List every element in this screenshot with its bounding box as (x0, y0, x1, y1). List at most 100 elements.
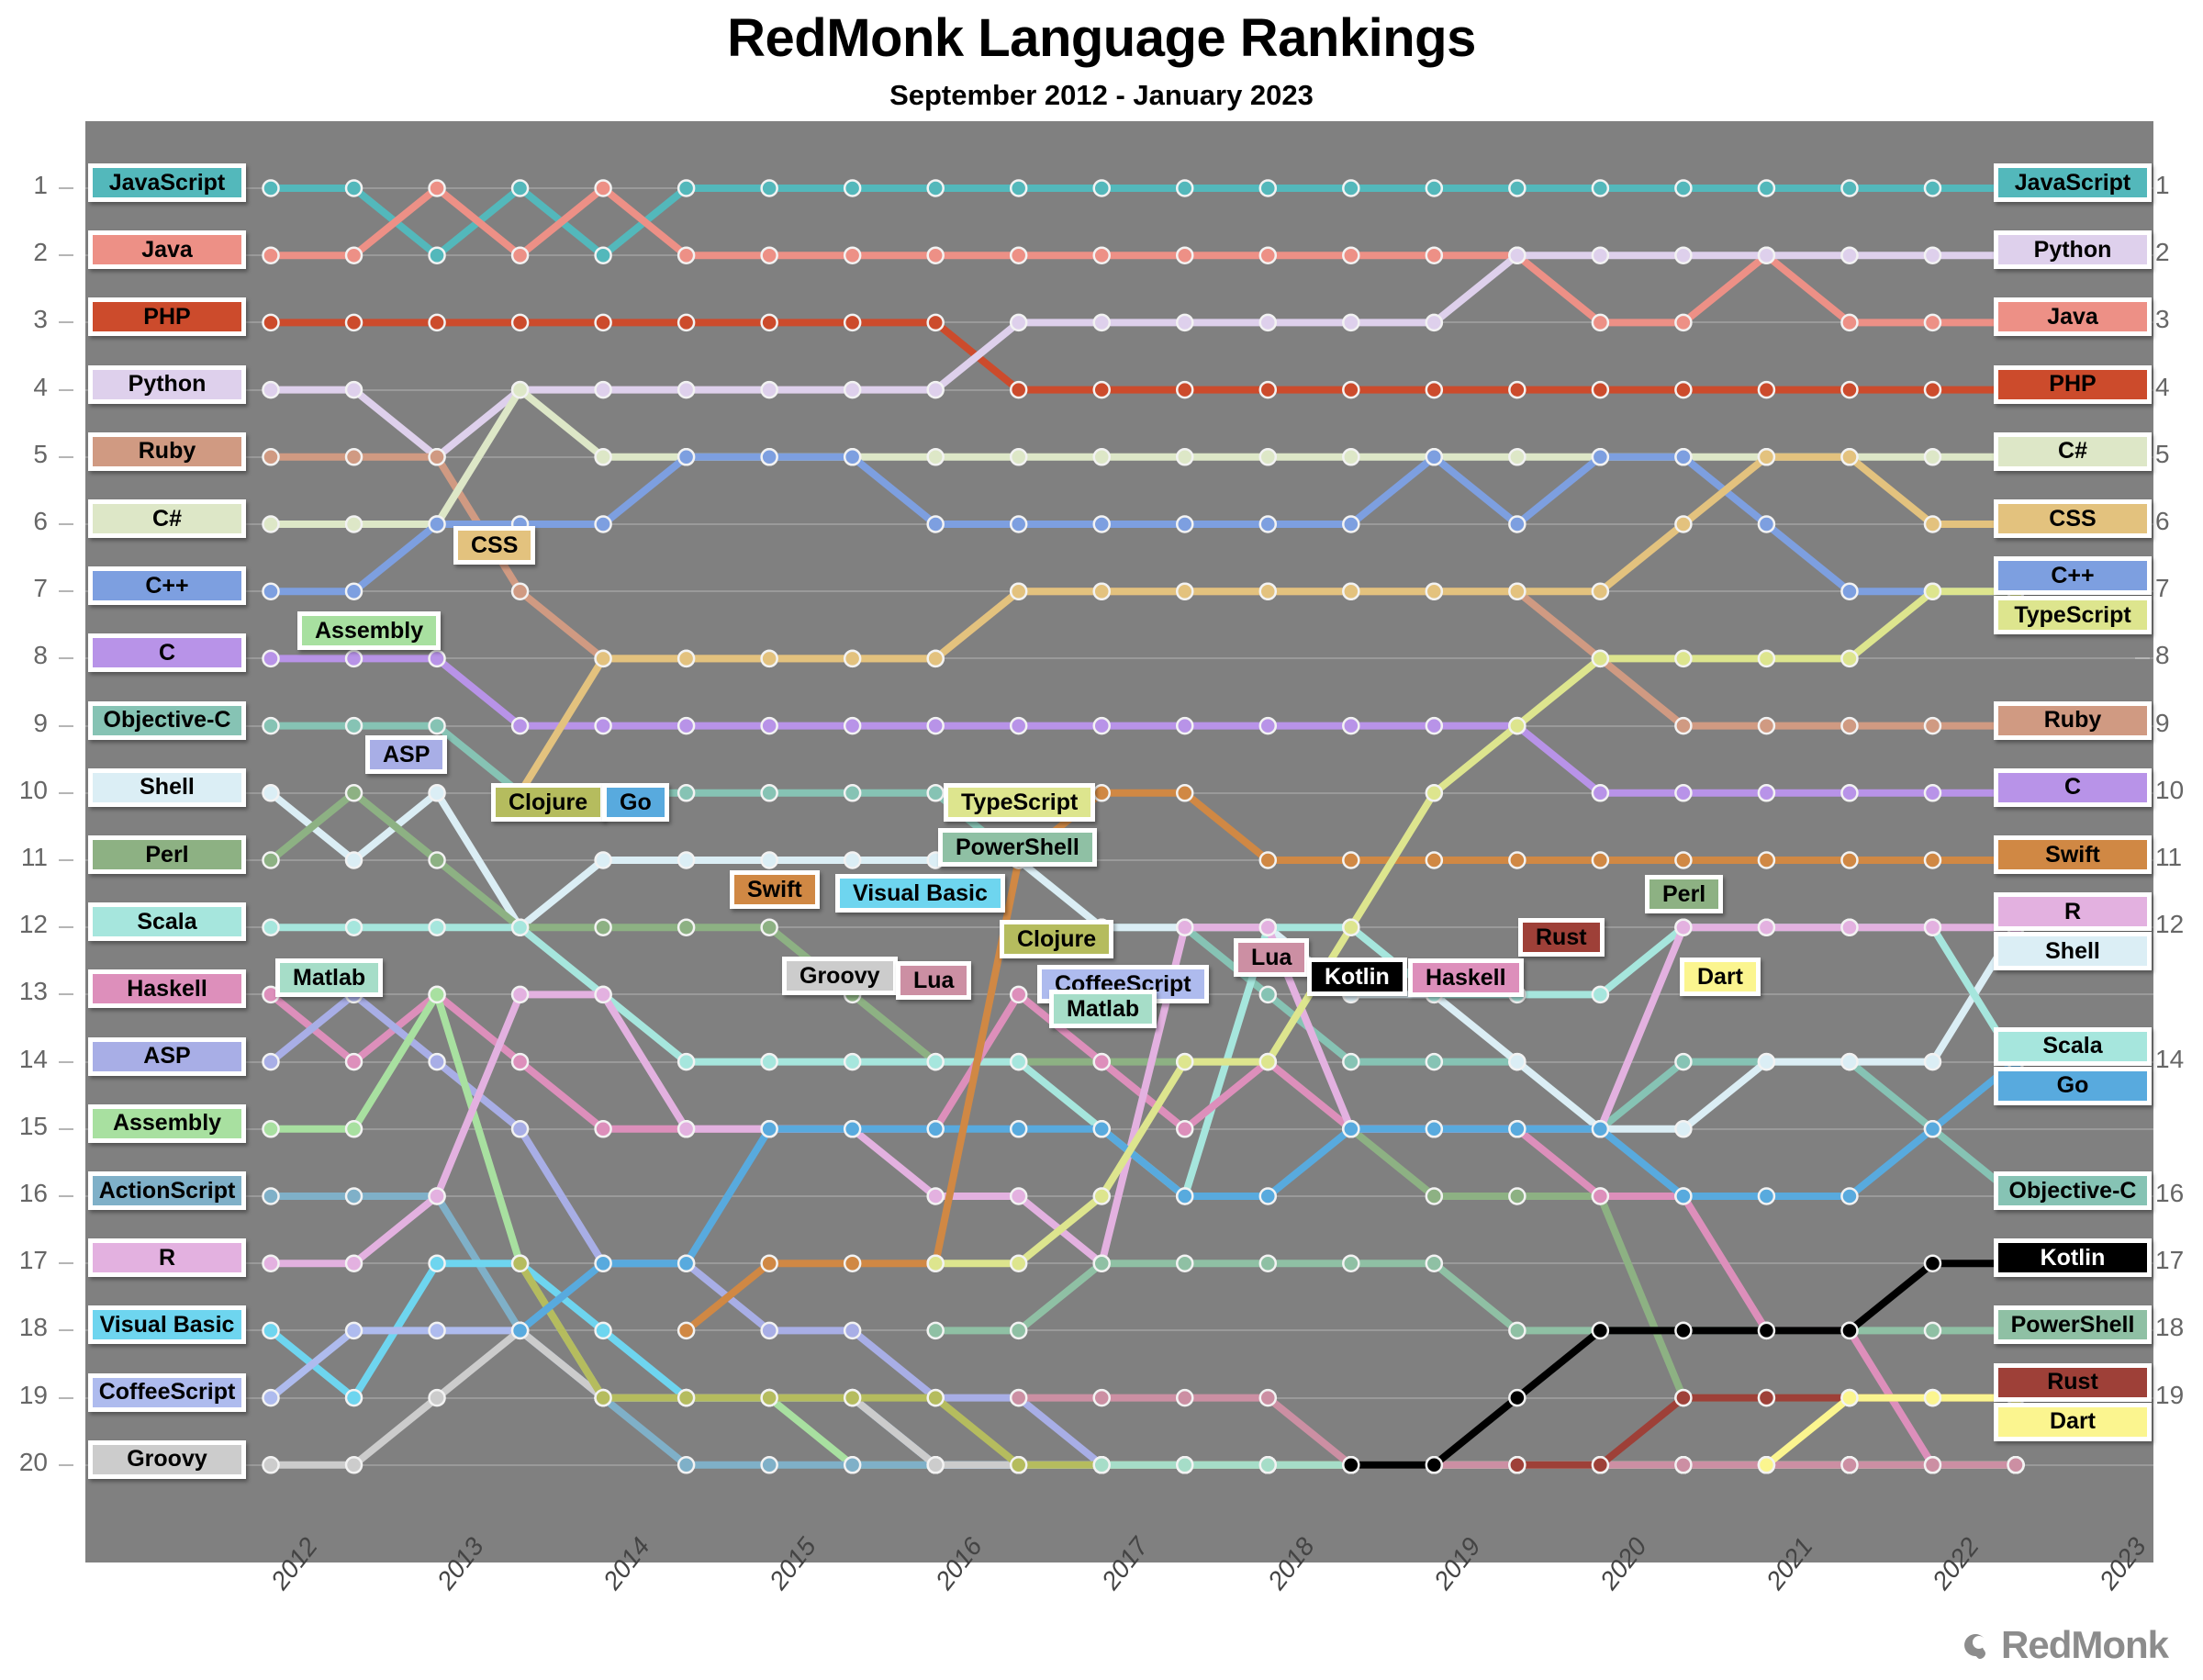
left-label-visual-basic[interactable]: Visual Basic (88, 1305, 246, 1345)
right-label-powershell[interactable]: PowerShell (1994, 1305, 2152, 1345)
y-tick-dash-left-19 (59, 1396, 73, 1399)
series-point-javascript (926, 179, 945, 197)
y-tick-dash-left-15 (59, 1127, 73, 1130)
left-label-c-[interactable]: C# (88, 499, 246, 538)
y-tick-left-7: 7 (33, 574, 48, 603)
series-point-scala (510, 918, 530, 936)
series-point-c- (1674, 448, 1693, 466)
right-label-go[interactable]: Go (1994, 1066, 2152, 1105)
series-point-actionscript (344, 1187, 363, 1205)
right-label-objective-c[interactable]: Objective-C (1994, 1171, 2152, 1210)
right-label-kotlin[interactable]: Kotlin (1994, 1238, 2152, 1278)
right-label-javascript[interactable]: JavaScript (1994, 163, 2152, 202)
annotation-label-dart-15[interactable]: Dart (1680, 958, 1761, 996)
annotation-label-matlab-16[interactable]: Matlab (275, 958, 384, 997)
y-tick-left-19: 19 (18, 1380, 48, 1409)
series-point-ruby (262, 448, 280, 466)
series-point-c (677, 716, 696, 735)
left-label-php[interactable]: PHP (88, 297, 246, 337)
left-label-scala[interactable]: Scala (88, 902, 246, 942)
series-point-php (1840, 380, 1859, 399)
left-label-r[interactable]: R (88, 1238, 246, 1278)
right-label-dart[interactable]: Dart (1994, 1402, 2152, 1441)
series-point-shell (1840, 1052, 1859, 1071)
annotation-label-powershell-6[interactable]: PowerShell (938, 828, 1097, 867)
right-label-ruby[interactable]: Ruby (1994, 700, 2152, 740)
y-tick-right-19: 19 (2155, 1380, 2185, 1409)
annotation-label-assembly-1[interactable]: Assembly (297, 611, 442, 650)
annotation-label-go-4[interactable]: Go (602, 783, 669, 822)
right-label-shell[interactable]: Shell (1994, 932, 2152, 971)
series-point-c (1757, 784, 1776, 802)
annotation-label-lua-12[interactable]: Lua (1234, 938, 1310, 977)
series-point-css (1092, 582, 1111, 600)
right-label-php[interactable]: PHP (1994, 364, 2152, 404)
series-point-c (262, 649, 280, 668)
series-point-powershell (1342, 1254, 1360, 1272)
annotation-label-typescript-5[interactable]: TypeScript (944, 783, 1096, 822)
series-point-swift (1508, 851, 1526, 869)
series-point-python (1092, 313, 1111, 332)
annotation-label-haskell-14[interactable]: Haskell (1408, 958, 1524, 997)
left-label-assembly[interactable]: Assembly (88, 1103, 246, 1143)
left-label-python[interactable]: Python (88, 364, 246, 404)
right-label-c-[interactable]: C++ (1994, 556, 2152, 596)
left-label-actionscript[interactable]: ActionScript (88, 1171, 246, 1210)
series-point-c- (677, 448, 696, 466)
annotation-label-css-0[interactable]: CSS (453, 526, 536, 565)
right-label-swift[interactable]: Swift (1994, 835, 2152, 874)
left-label-groovy[interactable]: Groovy (88, 1439, 246, 1479)
series-point-javascript (1092, 179, 1111, 197)
right-label-r[interactable]: R (1994, 892, 2152, 932)
annotation-label-lua-18[interactable]: Lua (896, 961, 972, 1000)
y-tick-left-2: 2 (33, 238, 48, 267)
series-point-go (1508, 1120, 1526, 1138)
right-label-rust[interactable]: Rust (1994, 1362, 2152, 1402)
right-label-java[interactable]: Java (1994, 297, 2152, 337)
left-label-perl[interactable]: Perl (88, 835, 246, 874)
annotation-label-matlab-20[interactable]: Matlab (1049, 990, 1157, 1028)
series-point-clojure (843, 1388, 862, 1407)
left-label-haskell[interactable]: Haskell (88, 969, 246, 1009)
left-label-shell[interactable]: Shell (88, 767, 246, 807)
series-point-objective-c (1342, 1052, 1360, 1071)
annotation-label-clojure-3[interactable]: Clojure (491, 783, 606, 822)
annotation-label-rust-11[interactable]: Rust (1518, 918, 1605, 957)
annotation-label-asp-2[interactable]: ASP (365, 735, 448, 774)
annotation-label-perl-9[interactable]: Perl (1645, 875, 1724, 913)
right-label-python[interactable]: Python (1994, 230, 2152, 270)
series-point-asp (843, 1321, 862, 1340)
annotation-label-kotlin-13[interactable]: Kotlin (1307, 958, 1407, 996)
series-point-swift (1591, 851, 1610, 869)
series-point-css (594, 649, 612, 668)
series-point-go (1674, 1187, 1693, 1205)
series-point-c- (428, 515, 446, 533)
right-label-typescript[interactable]: TypeScript (1994, 596, 2152, 635)
right-label-scala[interactable]: Scala (1994, 1026, 2152, 1066)
left-label-ruby[interactable]: Ruby (88, 431, 246, 471)
annotation-label-groovy-17[interactable]: Groovy (782, 957, 898, 995)
left-label-asp[interactable]: ASP (88, 1036, 246, 1076)
annotation-label-visual-basic-8[interactable]: Visual Basic (835, 874, 1005, 913)
annotation-label-clojure-10[interactable]: Clojure (1000, 920, 1114, 958)
left-label-coffeescript[interactable]: CoffeeScript (88, 1372, 246, 1412)
series-point-php (926, 313, 945, 332)
series-point-css (1009, 582, 1028, 600)
left-label-c-[interactable]: C++ (88, 566, 246, 606)
left-label-javascript[interactable]: JavaScript (88, 163, 246, 202)
right-label-c-[interactable]: C# (1994, 431, 2152, 471)
series-point-javascript (1425, 179, 1444, 197)
series-point-actionscript (677, 1456, 696, 1474)
y-tick-right-9: 9 (2155, 708, 2170, 737)
y-tick-right-16: 16 (2155, 1179, 2185, 1207)
right-label-c[interactable]: C (1994, 767, 2152, 807)
series-point-java (344, 246, 363, 264)
series-point-clojure (677, 1388, 696, 1407)
series-point-javascript (1258, 179, 1278, 197)
right-label-css[interactable]: CSS (1994, 499, 2152, 538)
annotation-label-swift-7[interactable]: Swift (730, 870, 820, 909)
left-label-c[interactable]: C (88, 633, 246, 673)
series-point-ruby (428, 448, 446, 466)
left-label-objective-c[interactable]: Objective-C (88, 700, 246, 740)
left-label-java[interactable]: Java (88, 230, 246, 270)
